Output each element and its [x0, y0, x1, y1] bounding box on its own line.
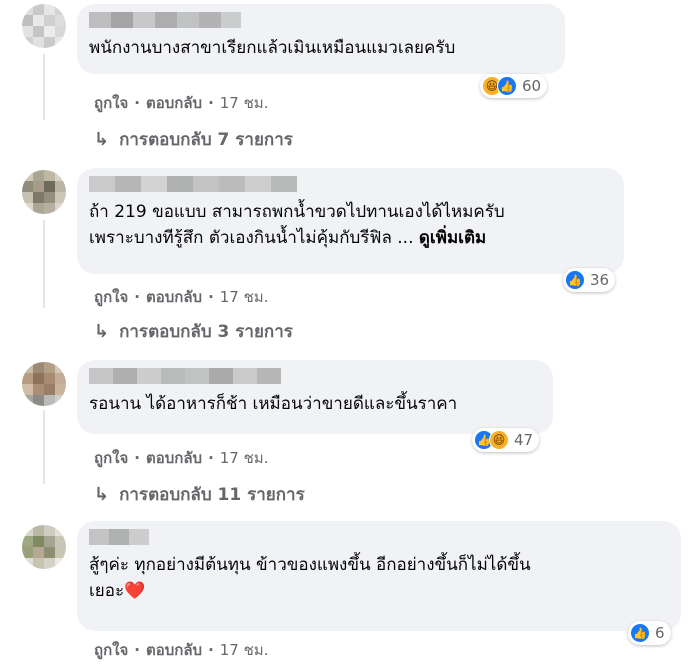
commenter-name[interactable] [89, 12, 553, 28]
view-replies-link[interactable]: ↳ การตอบกลับ 3 รายการ [94, 318, 293, 345]
commenter-name[interactable] [89, 176, 612, 192]
separator: · [208, 288, 214, 306]
avatar[interactable] [22, 362, 66, 406]
reaction-count: 47 [514, 431, 534, 449]
separator: · [134, 94, 140, 112]
reply-button[interactable]: ตอบกลับ [146, 91, 202, 115]
reaction-summary[interactable]: 👍 36 [563, 268, 616, 292]
separator: · [208, 641, 214, 659]
reply-arrow-icon: ↳ [94, 129, 110, 150]
reply-arrow-icon: ↳ [94, 484, 110, 505]
replies-label: การตอบกลับ 7 รายการ [119, 130, 293, 150]
separator: · [208, 449, 214, 467]
reaction-summary[interactable]: 👍 😆 47 [472, 428, 540, 452]
like-button[interactable]: ถูกใจ [94, 446, 128, 470]
like-button[interactable]: ถูกใจ [94, 285, 128, 309]
reply-button[interactable]: ตอบกลับ [146, 285, 202, 309]
avatar[interactable] [22, 525, 66, 569]
like-icon: 👍 [630, 623, 650, 643]
timestamp[interactable]: 17 ชม. [220, 91, 269, 115]
comment-text: รอนาน ได้อาหารก็ช้า เหมือนว่าขายดีและขึ้… [89, 394, 458, 414]
thread-line [43, 54, 45, 120]
reaction-count: 60 [522, 77, 542, 95]
like-icon: 👍 [497, 76, 517, 96]
haha-icon: 😆 [489, 430, 509, 450]
reaction-summary[interactable]: 😆 👍 60 [480, 74, 548, 98]
reaction-summary[interactable]: 👍 6 [628, 621, 671, 645]
comment-bubble: รอนาน ได้อาหารก็ช้า เหมือนว่าขายดีและขึ้… [77, 360, 553, 434]
commenter-name[interactable] [89, 529, 669, 545]
comment-text: พนักงานบางสาขาเรียกแล้วเมินเหมือนแมวเลยค… [89, 38, 456, 58]
comment-text-line: สู้ๆค่ะ ทุกอย่างมีต้นทุน ข้าวของแพงขึ้น … [89, 555, 531, 575]
reaction-count: 6 [655, 624, 665, 642]
timestamp[interactable]: 17 ชม. [220, 285, 269, 309]
avatar[interactable] [22, 170, 66, 214]
comment-actions: ถูกใจ · ตอบกลับ · 17 ชม. [94, 285, 268, 309]
separator: · [134, 641, 140, 659]
comment-actions: ถูกใจ · ตอบกลับ · 17 ชม. [94, 638, 268, 662]
like-button[interactable]: ถูกใจ [94, 638, 128, 662]
replies-label: การตอบกลับ 11 รายการ [119, 485, 305, 505]
like-button[interactable]: ถูกใจ [94, 91, 128, 115]
see-more-link[interactable]: ดูเพิ่มเติม [419, 228, 486, 248]
thread-line [43, 220, 45, 308]
reply-button[interactable]: ตอบกลับ [146, 638, 202, 662]
replies-label: การตอบกลับ 3 รายการ [119, 322, 293, 342]
thread-line [43, 410, 45, 484]
comment-bubble: ถ้า 219 ขอแบบ สามารถพกน้ำขวดไปทานเองได้ไ… [77, 168, 624, 274]
timestamp[interactable]: 17 ชม. [220, 638, 269, 662]
timestamp[interactable]: 17 ชม. [220, 446, 269, 470]
like-icon: 👍 [565, 270, 585, 290]
reply-button[interactable]: ตอบกลับ [146, 446, 202, 470]
view-replies-link[interactable]: ↳ การตอบกลับ 7 รายการ [94, 126, 293, 153]
comment-text-line: ถ้า 219 ขอแบบ สามารถพกน้ำขวดไปทานเองได้ไ… [89, 202, 505, 222]
avatar[interactable] [22, 4, 66, 48]
separator: · [134, 288, 140, 306]
separator: · [208, 94, 214, 112]
reaction-count: 36 [590, 271, 610, 289]
reply-arrow-icon: ↳ [94, 321, 110, 342]
comment-bubble: พนักงานบางสาขาเรียกแล้วเมินเหมือนแมวเลยค… [77, 4, 565, 74]
separator: · [134, 449, 140, 467]
comment-actions: ถูกใจ · ตอบกลับ · 17 ชม. [94, 446, 268, 470]
comment-actions: ถูกใจ · ตอบกลับ · 17 ชม. [94, 91, 268, 115]
comment-text-line: เยอะ❤️ [89, 581, 146, 601]
comment-text-line: เพราะบางทีรู้สึก ตัวเองกินน้ำไม่คุ้มกับร… [89, 228, 487, 248]
view-replies-link[interactable]: ↳ การตอบกลับ 11 รายการ [94, 481, 305, 508]
comment-bubble: สู้ๆค่ะ ทุกอย่างมีต้นทุน ข้าวของแพงขึ้น … [77, 521, 681, 631]
commenter-name[interactable] [89, 368, 541, 384]
